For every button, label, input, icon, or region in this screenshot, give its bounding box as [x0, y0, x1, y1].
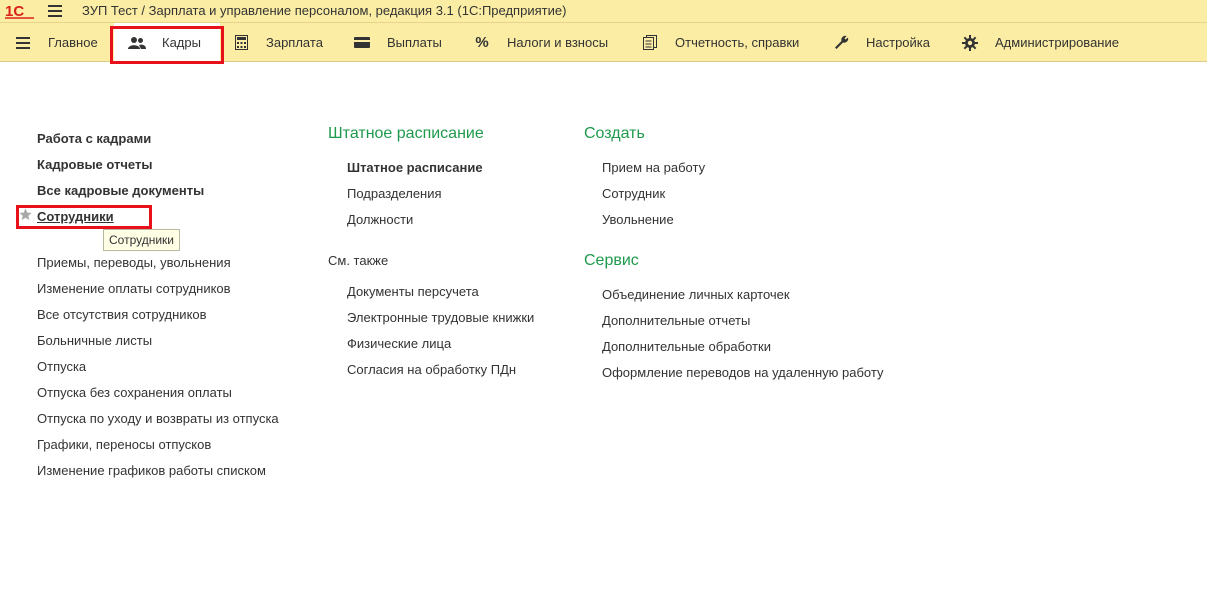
link-departments[interactable]: Подразделения — [347, 186, 442, 201]
tab-settings[interactable]: Настройка — [832, 23, 930, 62]
list-item[interactable]: Отпуска — [37, 359, 86, 374]
link-personnel-work[interactable]: Работа с кадрами — [37, 131, 151, 146]
list-item[interactable]: Согласия на обработку ПДн — [347, 362, 516, 377]
group-title-service: Сервис — [584, 252, 639, 269]
list-item[interactable]: Отпуска без сохранения оплаты — [37, 385, 232, 400]
tab-taxes[interactable]: % Налоги и взносы — [473, 23, 608, 62]
main-menu-icon[interactable] — [48, 5, 62, 17]
tab-label: Отчетность, справки — [675, 35, 800, 50]
calculator-icon — [232, 34, 250, 52]
list-item[interactable]: Больничные листы — [37, 333, 152, 348]
list-item[interactable]: Сотрудник — [602, 186, 665, 201]
list-item[interactable]: Прием на работу — [602, 160, 705, 175]
tab-payments[interactable]: Выплаты — [353, 23, 442, 62]
link-personnel-reports[interactable]: Кадровые отчеты — [37, 157, 152, 172]
list-item[interactable]: Документы персучета — [347, 284, 479, 299]
group-title-staffing: Штатное расписание — [328, 125, 484, 142]
group-title-create: Создать — [584, 125, 645, 142]
list-item[interactable]: Изменение оплаты сотрудников — [37, 281, 231, 296]
list-item[interactable]: Объединение личных карточек — [602, 287, 790, 302]
list-item[interactable]: Все отсутствия сотрудников — [37, 307, 207, 322]
list-item[interactable]: Приемы, переводы, увольнения — [37, 255, 231, 270]
percent-icon: % — [475, 34, 489, 51]
see-also-title: См. также — [328, 253, 389, 268]
wallet-icon — [353, 34, 371, 52]
tab-label: Зарплата — [266, 35, 323, 50]
list-item[interactable]: Физические лица — [347, 336, 451, 351]
list-item[interactable]: Изменение графиков работы списком — [37, 463, 266, 478]
title-bar: 1С ЗУП Тест / Зарплата и управление перс… — [0, 0, 1207, 22]
window-title: ЗУП Тест / Зарплата и управление персона… — [82, 3, 567, 18]
tab-main[interactable]: Главное — [14, 23, 98, 62]
highlight-frame-employees — [16, 205, 152, 229]
tab-label: Администрирование — [995, 35, 1119, 50]
tab-salary[interactable]: Зарплата — [232, 23, 323, 62]
link-staffing-table[interactable]: Штатное расписание — [347, 160, 483, 175]
wrench-icon — [832, 34, 850, 52]
tab-label: Налоги и взносы — [507, 35, 609, 50]
svg-text:1С: 1С — [5, 3, 24, 19]
list-item[interactable]: Дополнительные обработки — [602, 339, 771, 354]
list-item[interactable]: Отпуска по уходу и возвраты из отпуска — [37, 411, 279, 426]
highlight-frame-tab — [110, 26, 224, 64]
1c-logo-icon[interactable]: 1С — [4, 2, 36, 19]
tab-label: Настройка — [866, 35, 930, 50]
link-positions[interactable]: Должности — [347, 212, 413, 227]
tooltip: Сотрудники — [103, 229, 180, 251]
list-item[interactable]: Оформление переводов на удаленную работу — [602, 365, 883, 380]
reports-icon — [641, 34, 659, 52]
list-item[interactable]: Увольнение — [602, 212, 674, 227]
gear-icon — [961, 34, 979, 52]
menu-icon — [14, 34, 32, 52]
link-all-personnel-documents[interactable]: Все кадровые документы — [37, 183, 204, 198]
tab-label: Выплаты — [387, 35, 442, 50]
list-item[interactable]: Электронные трудовые книжки — [347, 310, 534, 325]
list-item[interactable]: Дополнительные отчеты — [602, 313, 750, 328]
list-item[interactable]: Графики, переносы отпусков — [37, 437, 211, 452]
tab-reports[interactable]: Отчетность, справки — [641, 23, 799, 62]
tab-label: Главное — [48, 35, 98, 50]
tab-administration[interactable]: Администрирование — [961, 23, 1119, 62]
